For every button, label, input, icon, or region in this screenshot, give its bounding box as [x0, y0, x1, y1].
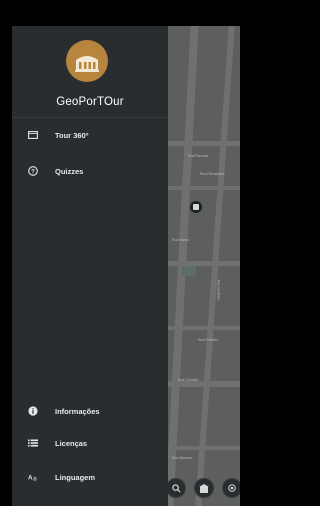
map-street-label: Rua Franklin: [198, 338, 218, 342]
map-view[interactable]: Rua Floresta Rua Fernandes Rua Santa Rua…: [168, 26, 240, 506]
map-street-label: Rua Godinho: [216, 279, 221, 301]
menu-item-label: Informações: [55, 406, 100, 416]
map-street: [168, 261, 240, 266]
search-map-button[interactable]: [168, 478, 186, 498]
navigation-drawer: GeoPorTOur Tour 360º ? Quizzes Informaçõ…: [12, 26, 168, 506]
menu-item-label: Quizzes: [55, 166, 84, 176]
building-icon: [75, 56, 99, 72]
map-poi-icon[interactable]: [190, 201, 202, 213]
app-title: GeoPorTOur: [56, 96, 124, 108]
menu-item-label: Linguagem: [55, 472, 96, 482]
map-street: [168, 446, 240, 450]
landmarks-button[interactable]: [194, 478, 214, 498]
map-street-label: Rua Mariano: [172, 456, 193, 460]
map-street: [168, 141, 240, 146]
menu-item-linguagem[interactable]: Aあ Linguagem: [12, 466, 168, 488]
search-icon: [171, 483, 181, 493]
svg-text:あ: あ: [33, 476, 38, 482]
translate-icon: Aあ: [28, 472, 38, 483]
menu-item-tour-360[interactable]: Tour 360º: [12, 124, 168, 146]
menu-item-licencas[interactable]: Licenças: [12, 432, 168, 454]
menu-item-quizzes[interactable]: ? Quizzes: [12, 160, 168, 182]
drawer-header: GeoPorTOur: [12, 26, 168, 118]
map-street: [168, 326, 240, 330]
locate-me-button[interactable]: [222, 478, 240, 498]
map-park: [182, 266, 196, 276]
map-street-label: Rua Fernandes: [200, 172, 225, 176]
menu-item-informacoes[interactable]: Informações: [12, 400, 168, 422]
menu-item-label: Tour 360º: [55, 130, 89, 140]
menu-item-label: Licenças: [55, 438, 88, 448]
list-icon: [28, 438, 38, 448]
map-street-label: Rua Santa: [172, 238, 189, 242]
app-logo: [66, 40, 108, 82]
landmark-icon: [199, 483, 209, 493]
panorama-icon: [28, 130, 38, 140]
map-street-label: Rua Floresta: [188, 154, 209, 158]
info-icon: [28, 406, 38, 416]
svg-text:?: ?: [31, 169, 35, 175]
map-street: [168, 186, 240, 190]
map-street: [195, 26, 235, 506]
map-street-label: Rua Cândido: [178, 378, 199, 382]
status-bar: [0, 0, 240, 26]
help-circle-icon: ?: [28, 166, 38, 176]
gps-icon: [228, 484, 236, 492]
